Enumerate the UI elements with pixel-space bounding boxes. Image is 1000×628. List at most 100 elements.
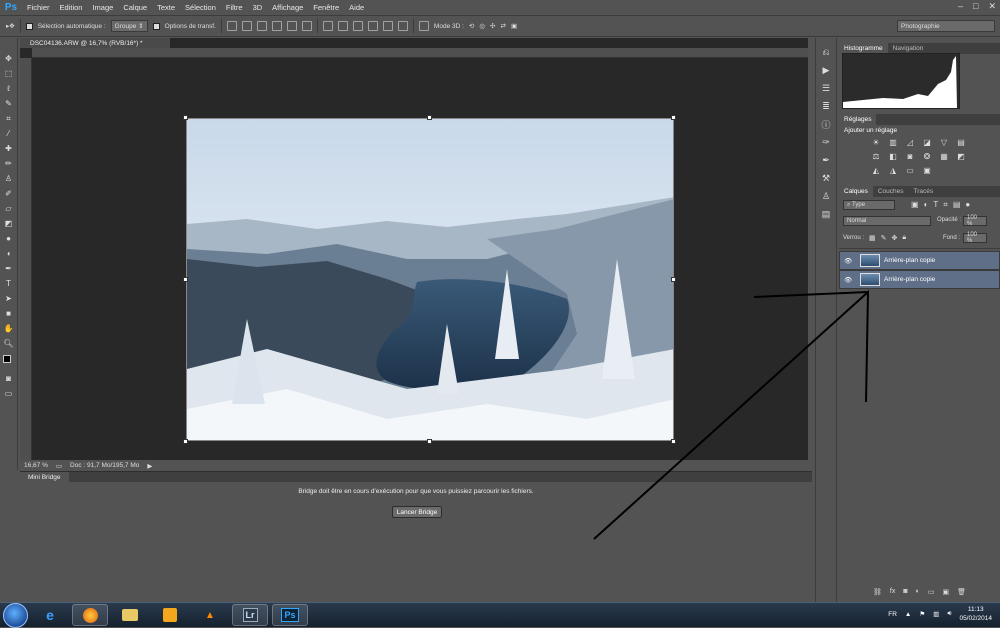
distribute-hcenter-icon[interactable]	[382, 21, 393, 31]
threshold-icon[interactable]: ◮	[887, 165, 899, 176]
new-layer-icon[interactable]: ▣	[942, 588, 949, 600]
exposure-icon[interactable]: ◪	[921, 137, 933, 148]
filter-type-icon[interactable]: T	[933, 200, 938, 210]
menu-aide[interactable]: Aide	[344, 3, 369, 12]
visibility-eye-icon[interactable]: 👁︎	[844, 276, 856, 284]
transform-checkbox[interactable]	[152, 22, 160, 30]
roll-3d-icon[interactable]: ◎	[479, 22, 485, 30]
lasso-tool-icon[interactable]: ℓ	[3, 82, 15, 95]
channel-mixer-icon[interactable]: ❂	[921, 151, 933, 162]
clock[interactable]: 11:13 05/02/2014	[959, 605, 992, 623]
distribute-top-icon[interactable]	[322, 21, 333, 31]
marquee-tool-icon[interactable]: ⬚	[3, 67, 15, 80]
blend-mode-dropdown[interactable]: Normal	[843, 216, 931, 226]
menu-selection[interactable]: Sélection	[180, 3, 221, 12]
menu-affichage[interactable]: Affichage	[267, 3, 308, 12]
gradient-map-icon[interactable]: ▭	[904, 165, 916, 176]
internet-explorer-icon[interactable]: e	[32, 604, 68, 626]
transform-handle[interactable]	[183, 439, 188, 444]
clone-stamp-tool-icon[interactable]: ♙	[3, 172, 15, 185]
paragraph-icon[interactable]: ▤	[820, 208, 833, 221]
color-lookup-icon[interactable]: ▦	[938, 151, 950, 162]
layer-item[interactable]: 👁︎ Arrière-plan copie	[839, 251, 1000, 270]
selective-color-icon[interactable]: ▣	[921, 165, 933, 176]
vibrance-icon[interactable]: ▽	[938, 137, 950, 148]
menu-fichier[interactable]: Fichier	[22, 3, 55, 12]
move-tool-icon[interactable]: ✥	[3, 52, 15, 65]
type-tool-icon[interactable]: T	[3, 277, 15, 290]
brush-panel-icon[interactable]: ✒	[820, 154, 833, 167]
scale-3d-icon[interactable]: ▣	[511, 22, 517, 30]
transform-handle[interactable]	[671, 439, 676, 444]
filter-smart-icon[interactable]: ▤	[953, 200, 961, 210]
levels-icon[interactable]: ▥	[887, 137, 899, 148]
tray-arrow-icon[interactable]: ▲	[905, 611, 911, 618]
auto-select-checkbox[interactable]	[25, 22, 33, 30]
brightness-icon[interactable]: ☀	[870, 137, 882, 148]
link-layers-icon[interactable]: ⛓	[873, 588, 882, 600]
photo-filter-icon[interactable]: ◙	[904, 151, 916, 162]
transform-handle[interactable]	[427, 439, 432, 444]
brush-presets-icon[interactable]: ✑	[820, 136, 833, 149]
align-vcenter-icon[interactable]	[241, 21, 252, 31]
invert-icon[interactable]: ◩	[955, 151, 967, 162]
status-menu-arrow-icon[interactable]: ▶	[147, 462, 152, 470]
zoom-level[interactable]: 16,67 %	[24, 462, 48, 469]
transform-handle[interactable]	[427, 115, 432, 120]
lock-position-icon[interactable]: ✥	[892, 234, 898, 242]
blur-tool-icon[interactable]: ●	[3, 232, 15, 245]
menu-image[interactable]: Image	[87, 3, 118, 12]
media-player-icon[interactable]	[152, 604, 188, 626]
history-brush-tool-icon[interactable]: ✐	[3, 187, 15, 200]
actions-play-icon[interactable]: ▶	[820, 64, 833, 77]
layer-style-icon[interactable]: fx	[890, 588, 895, 600]
tab-adjustments[interactable]: Réglages	[839, 114, 877, 125]
tab-channels[interactable]: Couches	[873, 186, 909, 197]
align-bottom-icon[interactable]	[256, 21, 267, 31]
vlc-icon[interactable]: ▲	[192, 604, 228, 626]
properties-icon[interactable]: ≣	[820, 100, 833, 113]
launch-bridge-button[interactable]: Lancer Bridge	[392, 506, 442, 518]
align-left-icon[interactable]	[271, 21, 282, 31]
fill-field[interactable]: 100 %	[963, 232, 987, 244]
clone-source-icon[interactable]: ♙	[820, 190, 833, 203]
transform-handle[interactable]	[671, 115, 676, 120]
pen-tool-icon[interactable]: ✒	[3, 262, 15, 275]
vertical-ruler[interactable]	[20, 58, 32, 460]
tab-layers[interactable]: Calques	[839, 186, 873, 197]
flag-icon[interactable]: ⚑	[919, 610, 925, 618]
volume-icon[interactable]: 🔊︎	[947, 610, 951, 618]
distribute-vcenter-icon[interactable]	[337, 21, 348, 31]
history-icon[interactable]: ⎌	[820, 46, 833, 59]
lock-pixels-icon[interactable]: ✎	[881, 234, 887, 242]
delete-layer-icon[interactable]: 🗑︎	[957, 588, 966, 600]
menu-fenetre[interactable]: Fenêtre	[308, 3, 344, 12]
slide-3d-icon[interactable]: ⇄	[501, 22, 506, 30]
distribute-left-icon[interactable]	[367, 21, 378, 31]
filter-pixel-icon[interactable]: ▣	[911, 200, 919, 210]
lock-all-icon[interactable]: 🔒︎	[902, 234, 906, 242]
horizontal-ruler[interactable]	[32, 48, 808, 58]
tool-presets-icon[interactable]: ⚒	[820, 172, 833, 185]
brush-tool-icon[interactable]: ✏	[3, 157, 15, 170]
landscape-photo[interactable]	[186, 118, 674, 441]
rectangle-tool-icon[interactable]: ■	[3, 307, 15, 320]
tab-paths[interactable]: Tracés	[909, 186, 939, 197]
layer-item[interactable]: 👁︎ Arrière-plan copie	[839, 270, 1000, 289]
eyedropper-tool-icon[interactable]: ⁄	[3, 127, 15, 140]
new-adjustment-icon[interactable]: ◐	[916, 588, 920, 600]
curves-icon[interactable]: ◿	[904, 137, 916, 148]
foreground-background-color-icon[interactable]	[2, 352, 15, 370]
mini-bridge-tab[interactable]: Mini Bridge	[20, 472, 69, 482]
hue-saturation-icon[interactable]: ▤	[955, 137, 967, 148]
transform-handle[interactable]	[671, 277, 676, 282]
language-indicator[interactable]: FR	[888, 611, 897, 618]
dodge-tool-icon[interactable]: ◖	[3, 247, 15, 260]
crop-tool-icon[interactable]: ⌗	[3, 112, 15, 125]
list-icon[interactable]: ☰	[820, 82, 833, 95]
path-select-tool-icon[interactable]: ➤	[3, 292, 15, 305]
add-mask-icon[interactable]: ◙	[903, 588, 907, 600]
menu-filtre[interactable]: Filtre	[221, 3, 248, 12]
menu-texte[interactable]: Texte	[152, 3, 180, 12]
quick-mask-icon[interactable]: ◙	[3, 372, 15, 385]
